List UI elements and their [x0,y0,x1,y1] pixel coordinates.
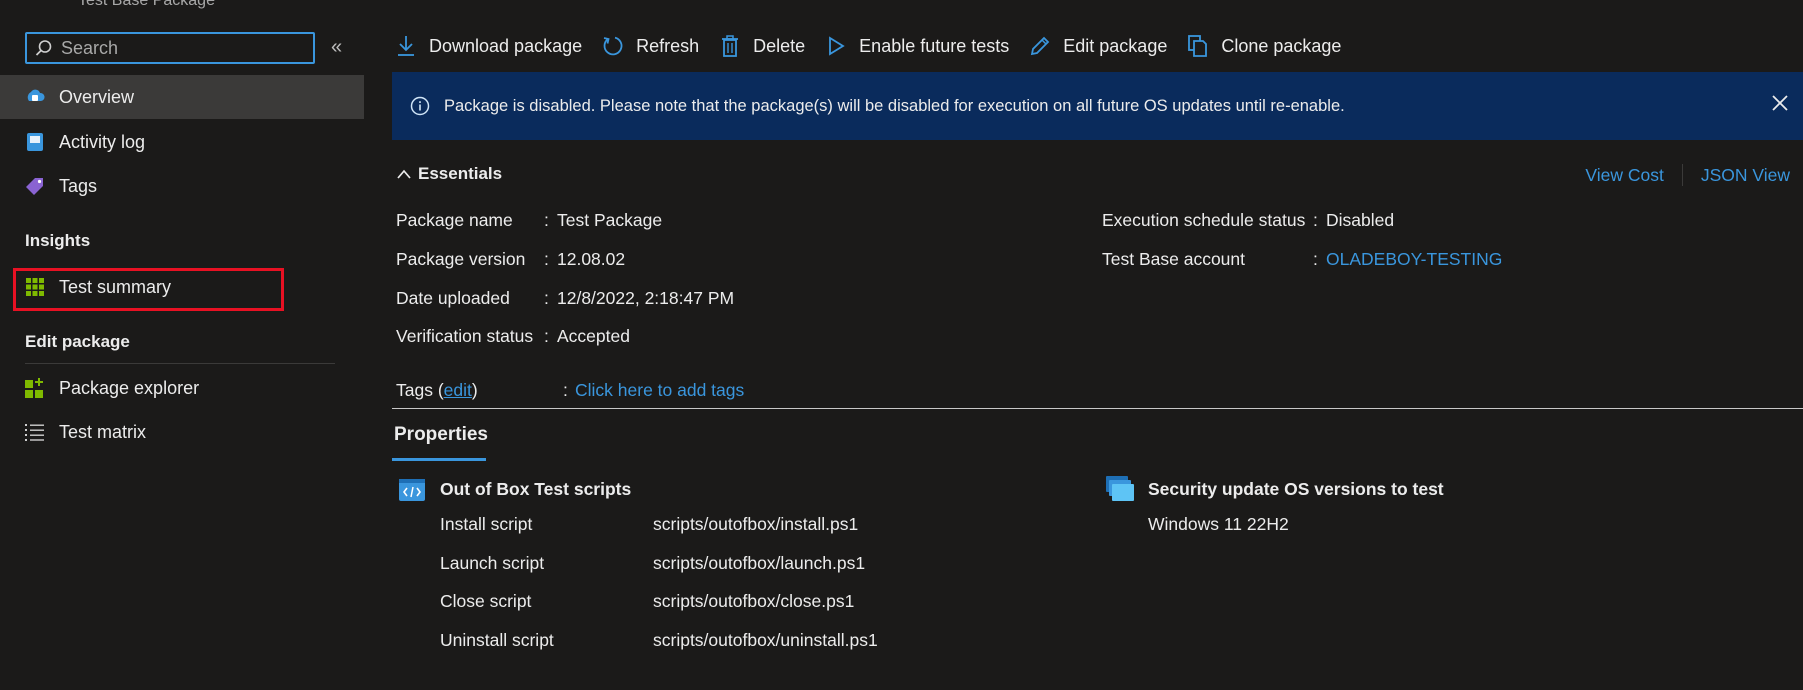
close-icon [1772,95,1788,111]
script-icon [399,479,425,501]
delete-button[interactable]: Delete [719,34,805,58]
verification-status-label: Verification status [396,326,534,346]
view-cost-link[interactable]: View Cost [1585,165,1663,186]
tags-label-close: ) [471,380,478,400]
sidebar-item-activity-log[interactable]: Activity log [0,120,364,164]
list-icon [25,422,45,442]
colon: : [544,210,549,230]
verification-status-value: Accepted [557,326,630,346]
search-input[interactable] [59,36,299,60]
download-package-button[interactable]: Download package [395,34,582,58]
sidebar: Test Base Package « Overview [0,0,364,690]
execution-schedule-status-value: Disabled [1326,210,1395,230]
sidebar-item-label: Tags [59,175,98,196]
date-uploaded-value: 12/8/2022, 2:18:47 PM [557,288,735,308]
link-separator [1681,164,1683,186]
sidebar-item-label: Package explorer [59,377,200,398]
section-title-edit-package: Edit package [25,332,130,351]
close-script-label: Close script [440,591,532,611]
highlight-annotation [13,268,284,311]
refresh-button[interactable]: Refresh [602,34,699,58]
colon: : [544,288,549,308]
trash-icon [719,34,741,58]
tag-icon [25,176,45,196]
launch-script-label: Launch script [440,553,545,573]
package-name-value: Test Package [557,210,663,230]
package-explorer-icon [25,378,45,398]
sidebar-item-test-matrix[interactable]: Test matrix [0,410,364,454]
edit-package-button[interactable]: Edit package [1029,34,1167,58]
test-base-account-link[interactable]: OLADEBOY-TESTING [1326,249,1502,270]
install-script-label: Install script [440,514,533,534]
banner-text: Package is disabled. Please note that th… [444,96,1345,115]
sidebar-item-overview[interactable]: Overview [0,75,364,119]
uninstall-script-value: scripts/outofbox/uninstall.ps1 [653,630,878,650]
colon: : [1313,210,1318,230]
refresh-icon [602,34,624,58]
resource-type-label: Test Base Package [78,0,215,9]
search-icon [35,40,52,56]
json-view-link[interactable]: JSON View [1701,165,1790,186]
sidebar-item-label: Overview [59,86,135,107]
execution-schedule-status-label: Execution schedule status [1102,210,1306,230]
collapse-sidebar-button[interactable]: « [331,36,342,59]
tab-active-indicator [392,458,486,461]
package-version-value: 12.08.02 [557,249,626,269]
os-version-value: Windows 11 22H2 [1148,514,1289,534]
launch-script-value: scripts/outofbox/launch.ps1 [653,553,866,573]
download-icon [395,34,417,58]
section-divider [25,363,335,364]
overview-icon [25,87,45,107]
enable-future-tests-button[interactable]: Enable future tests [825,34,1009,58]
command-bar: Download package Refresh Delete Enable f… [395,28,1361,64]
essentials-title: Essentials [418,164,503,183]
chevron-up-icon [397,169,411,179]
essentials-divider [392,408,1803,409]
test-base-package-page: Test Base Package « Overview [0,0,1803,690]
sidebar-item-package-explorer[interactable]: Package explorer [0,366,364,410]
clone-icon [1187,34,1209,58]
date-uploaded-label: Date uploaded [396,288,510,308]
close-banner-button[interactable] [1771,94,1789,117]
close-script-value: scripts/outofbox/close.ps1 [653,591,855,611]
essentials-links: View Cost JSON View [1585,164,1790,186]
scripts-group-title: Out of Box Test scripts [440,479,632,499]
sidebar-item-label: Activity log [59,131,146,152]
os-versions-icon [1106,476,1134,501]
activity-log-icon [25,132,45,152]
colon: : [544,249,549,269]
essentials-toggle[interactable]: Essentials [396,164,502,184]
package-version-label: Package version [396,249,526,269]
disabled-info-banner: Package is disabled. Please note that th… [392,72,1803,140]
colon: : [1313,249,1318,269]
play-icon [825,34,847,58]
section-title-insights: Insights [25,231,91,250]
add-tags-link[interactable]: Click here to add tags [575,380,744,401]
colon: : [544,326,549,346]
package-name-label: Package name [396,210,513,230]
clone-package-button[interactable]: Clone package [1187,34,1341,58]
search-box[interactable] [25,32,315,64]
uninstall-script-label: Uninstall script [440,630,554,650]
test-base-account-label: Test Base account [1102,249,1245,269]
tab-properties[interactable]: Properties [394,424,488,446]
sidebar-item-tags[interactable]: Tags [0,164,364,208]
tags-label: Tags (edit) [396,380,478,401]
pencil-icon [1029,34,1051,58]
sidebar-item-label: Test matrix [59,421,147,442]
colon: : [563,380,568,400]
info-icon [410,96,430,116]
install-script-value: scripts/outofbox/install.ps1 [653,514,859,534]
os-versions-group-title: Security update OS versions to test [1148,479,1444,499]
edit-tags-link[interactable]: edit [444,380,472,400]
tags-label-text: Tags ( [396,380,444,400]
